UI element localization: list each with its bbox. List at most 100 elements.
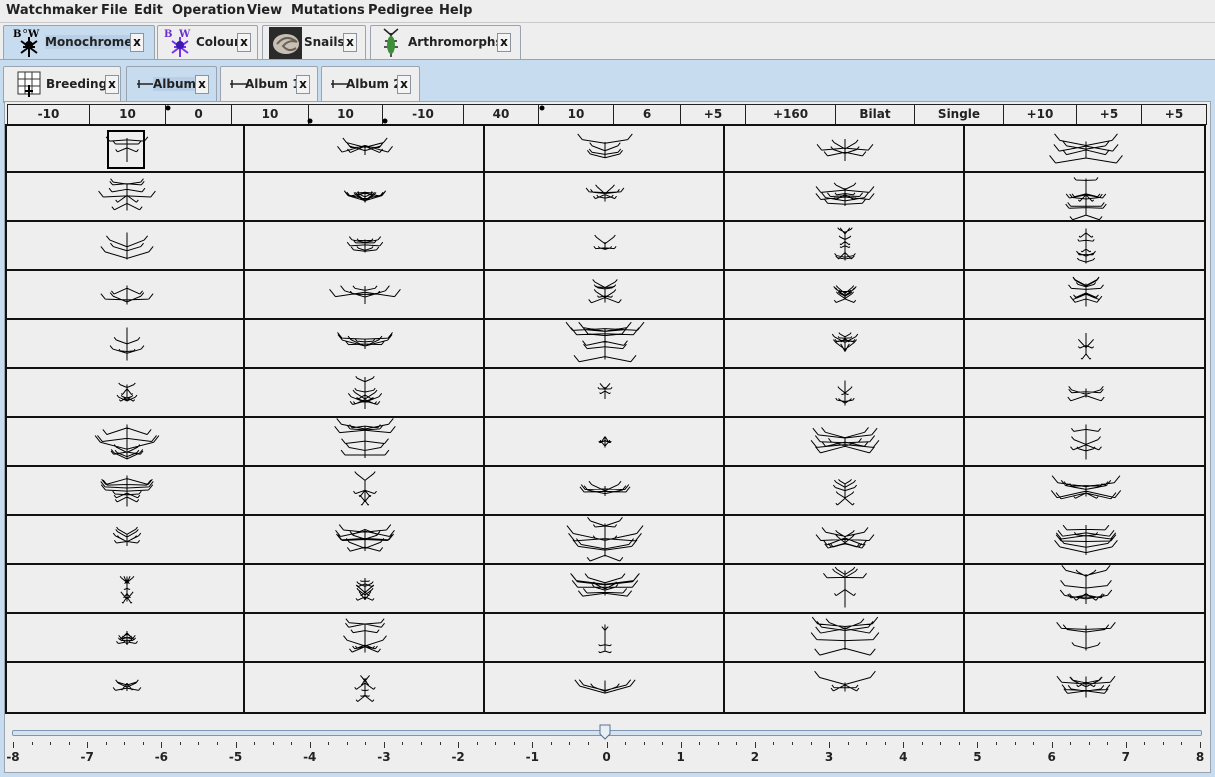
album-cell[interactable] [485,516,725,565]
album-cell[interactable] [725,614,965,663]
slider-minor-tick [198,742,200,745]
tab-breeding-label: Breeding [46,77,108,91]
album-cell[interactable] [725,467,965,516]
album-cell[interactable] [485,663,725,714]
album-cell[interactable] [245,565,485,614]
album-cell[interactable] [485,173,725,222]
album-cell[interactable] [245,124,485,173]
album-cell[interactable] [245,320,485,369]
album-cell[interactable] [725,565,965,614]
close-album-1-button[interactable]: x [296,75,310,94]
album-cell[interactable] [245,369,485,418]
album-cell[interactable] [485,124,725,173]
album-cell[interactable] [965,124,1206,173]
biomorph-thumbnail [1048,133,1123,164]
tab-album[interactable]: Album x [126,66,217,103]
biomorph-thumbnail [1075,228,1096,264]
close-snails-button[interactable]: x [343,33,357,52]
album-cell[interactable] [965,320,1206,369]
close-breeding-button[interactable]: x [105,75,119,94]
slider-tick-label: -6 [154,750,169,764]
album-cell[interactable] [485,565,725,614]
album-cell[interactable] [965,516,1206,565]
album-cell[interactable] [5,173,245,222]
tab-album-1[interactable]: Album 1 x [220,66,318,103]
tab-monochrome[interactable]: B W o Monochrome x [3,25,155,61]
album-cell[interactable] [5,614,245,663]
menu-edit[interactable]: Edit [134,3,163,18]
menu-operation[interactable]: Operation [172,3,245,18]
slider-minor-tick [179,742,181,745]
tab-colour[interactable]: B W Colour x [157,25,258,61]
tab-album-2[interactable]: Album 2 x [321,66,420,103]
album-cell[interactable] [5,369,245,418]
menu-file[interactable]: File [101,3,128,18]
biomorph-bw-icon: B W o [13,27,40,57]
album-cell[interactable] [965,418,1206,467]
close-monochrome-button[interactable]: x [130,33,144,52]
tab-breeding[interactable]: Breeding x [3,66,121,103]
album-cell[interactable] [485,320,725,369]
album-cell[interactable] [725,663,965,714]
album-cell[interactable] [965,222,1206,271]
album-cell[interactable] [5,516,245,565]
album-cell[interactable] [965,467,1206,516]
album-cell[interactable] [5,418,245,467]
zoom-slider[interactable]: -8 -7 -6 -5 -4 -3 -2 -1 0 1 2 3 4 5 6 7 8 [5,722,1206,772]
album-cell[interactable] [5,565,245,614]
album-cell[interactable] [245,516,485,565]
biomorph-thumbnail [100,232,154,260]
album-cell[interactable] [245,173,485,222]
menu-pedigree[interactable]: Pedigree [368,3,433,18]
album-cell[interactable] [725,320,965,369]
album-cell[interactable] [245,467,485,516]
album-cell[interactable] [725,222,965,271]
album-cell[interactable] [965,663,1206,714]
album-cell[interactable] [5,663,245,714]
album-cell[interactable] [245,663,485,714]
album-cell[interactable] [245,271,485,320]
close-colour-button[interactable]: x [237,33,251,52]
slider-minor-tick [940,742,942,745]
album-cell[interactable] [245,614,485,663]
menu-watchmaker[interactable]: Watchmaker [6,3,98,18]
menu-view[interactable]: View [247,3,282,18]
album-cell[interactable] [725,124,965,173]
album-cell[interactable] [5,467,245,516]
album-cell[interactable] [965,614,1206,663]
album-cell[interactable] [485,271,725,320]
album-cell[interactable] [725,516,965,565]
album-cell[interactable] [965,369,1206,418]
menu-mutations[interactable]: Mutations [291,3,365,18]
album-cell[interactable] [245,418,485,467]
album-cell[interactable] [725,173,965,222]
album-cell[interactable] [485,369,725,418]
slider-minor-tick [662,742,664,745]
album-cell[interactable] [485,467,725,516]
album-cell[interactable] [485,222,725,271]
album-cell[interactable] [965,565,1206,614]
album-cell[interactable] [5,271,245,320]
biomorph-thumbnail [815,527,875,549]
slider-minor-tick [643,742,645,745]
close-arthromorphs-button[interactable]: x [497,33,511,52]
biomorph-thumbnail [116,382,138,402]
album-cell[interactable] [5,124,245,173]
album-cell[interactable] [965,173,1206,222]
tab-arthromorphs[interactable]: Arthromorphs x [370,25,521,61]
album-cell[interactable] [485,418,725,467]
album-cell[interactable] [725,369,965,418]
album-cell[interactable] [245,222,485,271]
slider-thumb[interactable] [599,724,611,740]
album-cell[interactable] [5,222,245,271]
menu-help[interactable]: Help [439,3,472,18]
svg-text:o: o [23,27,27,35]
tab-snails[interactable]: Snails x [262,25,366,61]
album-cell[interactable] [725,418,965,467]
album-cell[interactable] [965,271,1206,320]
album-cell[interactable] [725,271,965,320]
close-album-2-button[interactable]: x [397,75,411,94]
album-cell[interactable] [485,614,725,663]
album-cell[interactable] [5,320,245,369]
close-album-button[interactable]: x [195,75,209,94]
